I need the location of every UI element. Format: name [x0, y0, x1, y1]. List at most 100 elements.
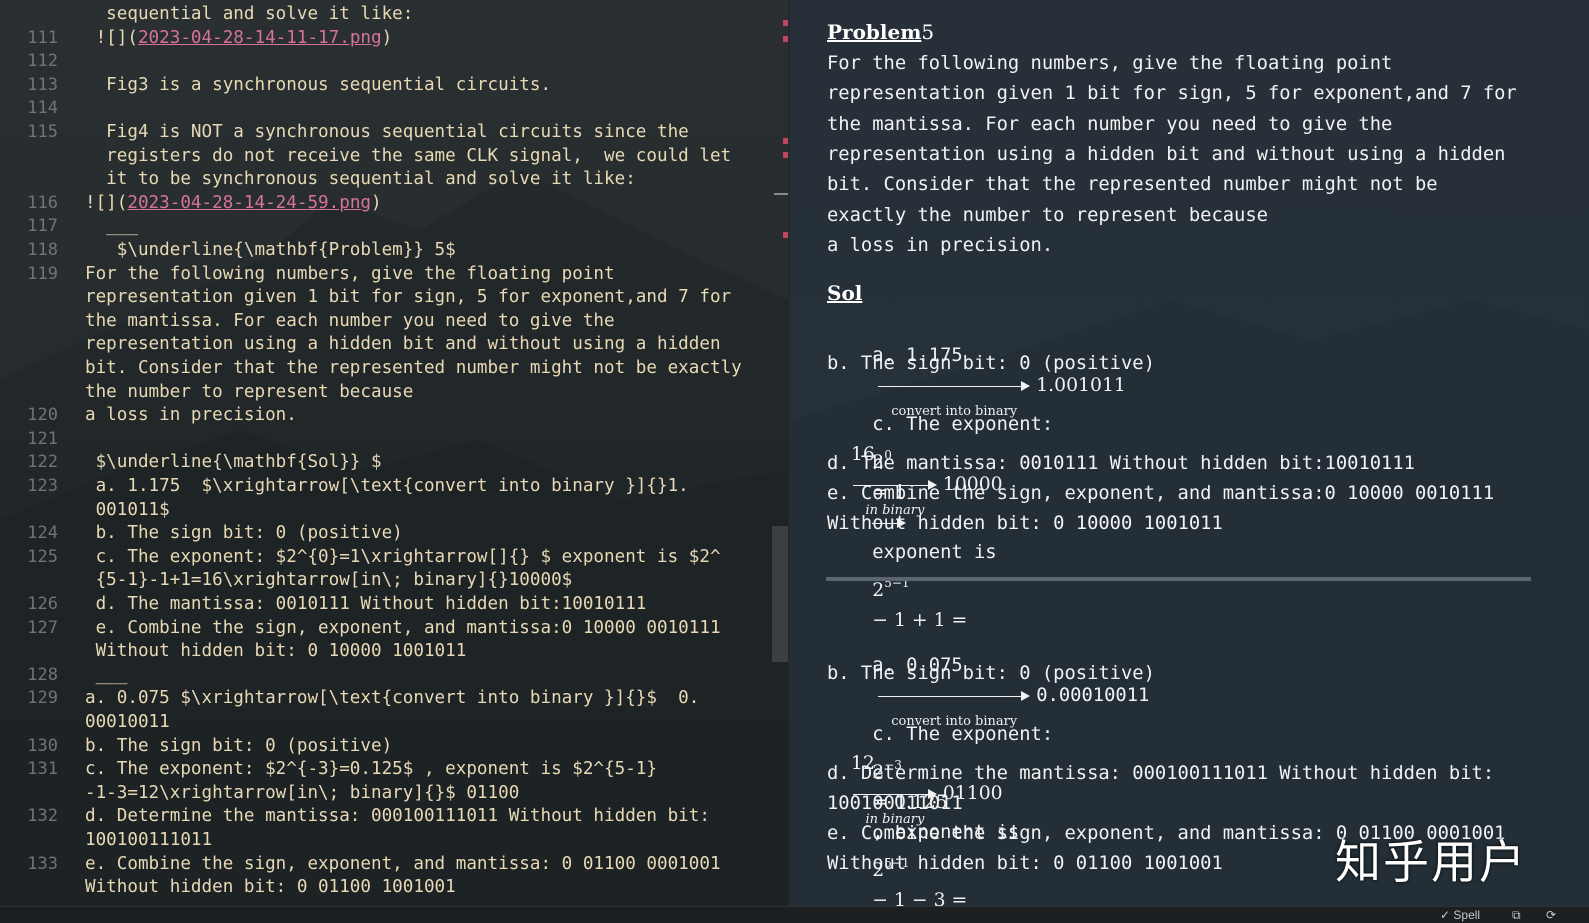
image-link[interactable]: 2023-04-28-14-24-59.png — [127, 193, 371, 213]
code-line[interactable]: 100100111011 — [85, 828, 212, 852]
line-number: 117 — [27, 216, 58, 237]
code-text: sequential and solve it like: — [85, 4, 414, 24]
code-text: c. The exponent: $2^{-3}=0.125$ , expone… — [85, 759, 657, 780]
line-number: 126 — [27, 594, 58, 614]
code-line[interactable]: bit. Consider that the represented numbe… — [85, 356, 742, 380]
layout-icon[interactable]: ⧉ — [1512, 907, 1521, 923]
code-line[interactable]: ![](2023-04-28-14-24-59.png) — [85, 191, 382, 215]
code-text: ![]( — [85, 192, 128, 213]
line-number: 133 — [27, 853, 58, 874]
code-text: {5-1}-1+1=16\xrightarrow[in\; binary]{}1… — [85, 570, 573, 591]
code-text: Without hidden bit: 0 10000 1001011 — [85, 641, 467, 662]
code-line[interactable]: $\underline{\mathbf{Problem}} 5$ — [85, 238, 456, 262]
markdown-preview-pane[interactable]: Problem5 For the following numbers, give… — [790, 0, 1589, 906]
code-text: Fig4 is NOT a synchronous sequential cir… — [85, 122, 689, 142]
line-number: 122 — [27, 452, 58, 473]
code-line[interactable]: Fig4 is NOT a synchronous sequential cir… — [85, 120, 689, 144]
code-line[interactable]: c. The exponent: $2^{-3}=0.125$ , expone… — [85, 757, 657, 781]
line-number: 127 — [27, 617, 58, 638]
code-line[interactable]: e. Combine the sign, exponent, and manti… — [85, 616, 721, 640]
line-number: 121 — [27, 428, 58, 449]
line-number: 124 — [27, 523, 58, 544]
change-marker — [783, 232, 788, 238]
problem-text-line: exactly the number to represent because — [827, 204, 1268, 226]
code-text: ___ — [85, 216, 138, 237]
code-line[interactable]: For the following numbers, give the floa… — [85, 262, 615, 286]
sol1-c-base2: 2 — [872, 580, 885, 601]
code-line[interactable]: $\underline{\mathbf{Sol}} $ — [85, 450, 382, 474]
code-line[interactable]: Without hidden bit: 0 10000 1001011 — [85, 639, 467, 663]
spell-check-status[interactable]: ✓ Spell — [1440, 907, 1480, 923]
line-number: 114 — [27, 98, 58, 119]
sol2-line-f: Without hidden bit: 0 01100 1001001 — [827, 853, 1223, 874]
code-text: e. Combine the sign, exponent, and manti… — [85, 853, 721, 874]
code-line[interactable]: c. The exponent: $2^{0}=1\xrightarrow[]{… — [85, 545, 721, 569]
sol-heading: Sol — [827, 281, 862, 305]
code-line[interactable]: Fig3 is a synchronous sequential circuit… — [85, 73, 551, 97]
code-line[interactable]: a. 1.175 $\xrightarrow[\text{convert int… — [85, 474, 689, 498]
code-text: Fig3 is a synchronous sequential circuit… — [85, 74, 552, 95]
code-text: -1-3=12\xrightarrow[in\; binary]{}$ 0110… — [85, 782, 520, 803]
code-text: ![]( — [85, 27, 138, 48]
code-text: 100100111011 — [85, 830, 213, 850]
code-line[interactable]: a. 0.075 $\xrightarrow[\text{convert int… — [85, 686, 699, 710]
code-text: d. The mantissa: 0010111 Without hidden … — [85, 594, 647, 614]
line-number: 128 — [27, 664, 58, 685]
code-line[interactable]: 00010011 — [85, 710, 170, 734]
problem-text-line: representation using a hidden bit and wi… — [827, 143, 1506, 165]
line-number: 111 — [27, 27, 58, 48]
code-text: 00010011 — [85, 712, 170, 732]
line-number: 120 — [27, 405, 58, 426]
code-line[interactable]: d. The mantissa: 0010111 Without hidden … — [85, 592, 647, 616]
code-line[interactable]: e. Combine the sign, exponent, and manti… — [85, 852, 721, 876]
horizontal-rule — [826, 577, 1531, 581]
line-number: 131 — [27, 759, 58, 780]
code-line[interactable]: a loss in precision. — [85, 403, 297, 427]
sol2-line-d1: d. Determine the mantissa: 000100111011 … — [827, 763, 1495, 784]
code-text: ___ — [85, 664, 128, 685]
code-text: bit. Consider that the represented numbe… — [85, 358, 742, 378]
code-text: $\underline{\mathbf{Sol}} $ — [85, 452, 382, 473]
code-line[interactable]: 001011$ — [85, 498, 170, 522]
line-number: 125 — [27, 546, 58, 567]
line-number: 130 — [27, 735, 58, 756]
code-line[interactable]: sequential and solve it like: — [85, 2, 413, 26]
code-text: the mantissa. For each number you need t… — [85, 310, 615, 331]
code-line[interactable]: d. Determine the mantissa: 000100111011 … — [85, 804, 710, 828]
sync-icon[interactable]: ⟳ — [1546, 907, 1556, 923]
code-line[interactable]: ___ — [85, 663, 128, 687]
sol1-line-f: Without hidden bit: 0 10000 1001011 — [827, 513, 1223, 534]
code-line[interactable]: b. The sign bit: 0 (positive) — [85, 734, 392, 758]
code-line[interactable]: ___ — [85, 214, 138, 238]
line-number: 118 — [27, 240, 58, 260]
sol1-line-d: d. The mantissa: 0010111 Without hidden … — [827, 453, 1415, 474]
code-line[interactable]: ![](2023-04-28-14-11-17.png) — [85, 26, 393, 50]
code-line[interactable]: -1-3=12\xrightarrow[in\; binary]{}$ 0110… — [85, 781, 519, 805]
line-number: 119 — [27, 263, 58, 284]
code-text: a. 0.075 $\xrightarrow[\text{convert int… — [85, 688, 700, 709]
code-line[interactable]: representation using a hidden bit and wi… — [85, 332, 721, 356]
code-text: representation using a hidden bit and wi… — [85, 334, 721, 355]
code-line[interactable]: the mantissa. For each number you need t… — [85, 309, 615, 333]
code-line[interactable]: it to be synchronous sequential and solv… — [85, 167, 636, 191]
code-line[interactable]: {5-1}-1+1=16\xrightarrow[in\; binary]{}1… — [85, 568, 573, 592]
code-text: $\underline{\mathbf{Problem}} 5$ — [85, 240, 456, 260]
markdown-editor-pane[interactable]: sequential and solve it like: 111 ![](202… — [0, 0, 788, 906]
code-text: representation given 1 bit for sign, 5 f… — [85, 287, 732, 308]
line-number: 112 — [27, 51, 58, 72]
code-line[interactable]: representation given 1 bit for sign, 5 f… — [85, 285, 731, 309]
code-line[interactable]: b. The sign bit: 0 (positive) — [85, 521, 403, 545]
code-text: the number to represent because — [85, 381, 414, 402]
code-line[interactable]: the number to represent because — [85, 380, 413, 404]
code-line[interactable]: registers do not receive the same CLK si… — [85, 144, 731, 168]
code-text: registers do not receive the same CLK si… — [85, 145, 732, 166]
code-text: ) — [381, 27, 393, 48]
image-link[interactable]: 2023-04-28-14-11-17.png — [138, 28, 382, 48]
code-text: ) — [371, 192, 382, 213]
editor-scrollbar[interactable] — [772, 526, 788, 662]
code-line[interactable]: Without hidden bit: 0 01100 1001001 — [85, 875, 456, 899]
cursor-marker — [774, 193, 788, 195]
problem-text-line: bit. Consider that the represented numbe… — [827, 174, 1438, 196]
code-text: For the following numbers, give the floa… — [85, 263, 615, 284]
watermark: 知乎用户 — [1335, 835, 1527, 889]
